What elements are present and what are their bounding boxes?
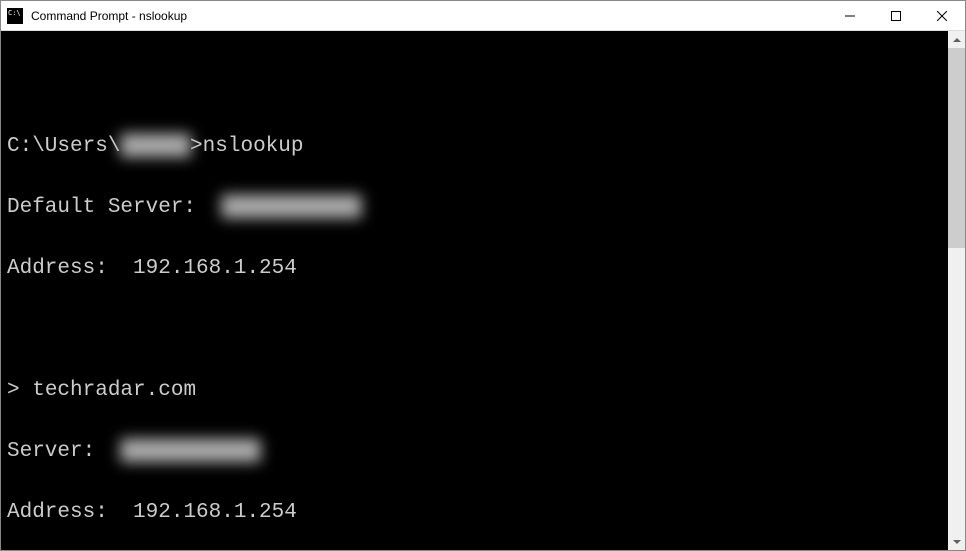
default-server-label: Default Server: <box>7 196 221 219</box>
server-line: Server: ████████████ <box>7 437 942 467</box>
maximize-button[interactable] <box>873 1 919 31</box>
query-host: techradar.com <box>32 379 196 402</box>
address-line-1: Address: 192.168.1.254 <box>7 254 942 284</box>
content-area: C:\Users\██████>nslookup Default Server:… <box>1 31 965 550</box>
server-label: Server: <box>7 440 120 463</box>
vertical-scrollbar[interactable] <box>948 31 965 550</box>
address-label-1: Address: <box>7 257 133 280</box>
prompt-user-redacted: ██████ <box>120 132 190 162</box>
query-line: > techradar.com <box>7 376 942 406</box>
prompt-symbol: > <box>190 135 203 158</box>
address-value-2: 192.168.1.254 <box>133 501 297 524</box>
scroll-up-button[interactable] <box>948 31 965 48</box>
minimize-icon <box>845 11 855 21</box>
prompt-path: C:\Users\ <box>7 135 120 158</box>
blank-line-2 <box>7 315 942 345</box>
cmd-icon <box>7 8 23 24</box>
minimize-button[interactable] <box>827 1 873 31</box>
blank-line <box>7 71 942 101</box>
command-text: nslookup <box>203 135 304 158</box>
close-button[interactable] <box>919 1 965 31</box>
window-title: Command Prompt - nslookup <box>29 9 187 23</box>
default-server-line: Default Server: ████████████ <box>7 193 942 223</box>
chevron-up-icon <box>953 38 961 42</box>
terminal-output[interactable]: C:\Users\██████>nslookup Default Server:… <box>1 31 948 550</box>
close-icon <box>937 11 947 21</box>
titlebar[interactable]: Command Prompt - nslookup <box>1 1 965 31</box>
address-value-1: 192.168.1.254 <box>133 257 297 280</box>
query-prompt: > <box>7 379 32 402</box>
prompt-line: C:\Users\██████>nslookup <box>7 132 942 162</box>
server-redacted: ████████████ <box>120 437 259 467</box>
chevron-down-icon <box>953 540 961 544</box>
command-prompt-window: Command Prompt - nslookup C:\Users\█████… <box>0 0 966 551</box>
scroll-down-button[interactable] <box>948 533 965 550</box>
default-server-redacted: ████████████ <box>221 193 360 223</box>
address-label-2: Address: <box>7 501 133 524</box>
scrollbar-thumb[interactable] <box>948 48 965 248</box>
maximize-icon <box>891 11 901 21</box>
address-line-2: Address: 192.168.1.254 <box>7 498 942 528</box>
